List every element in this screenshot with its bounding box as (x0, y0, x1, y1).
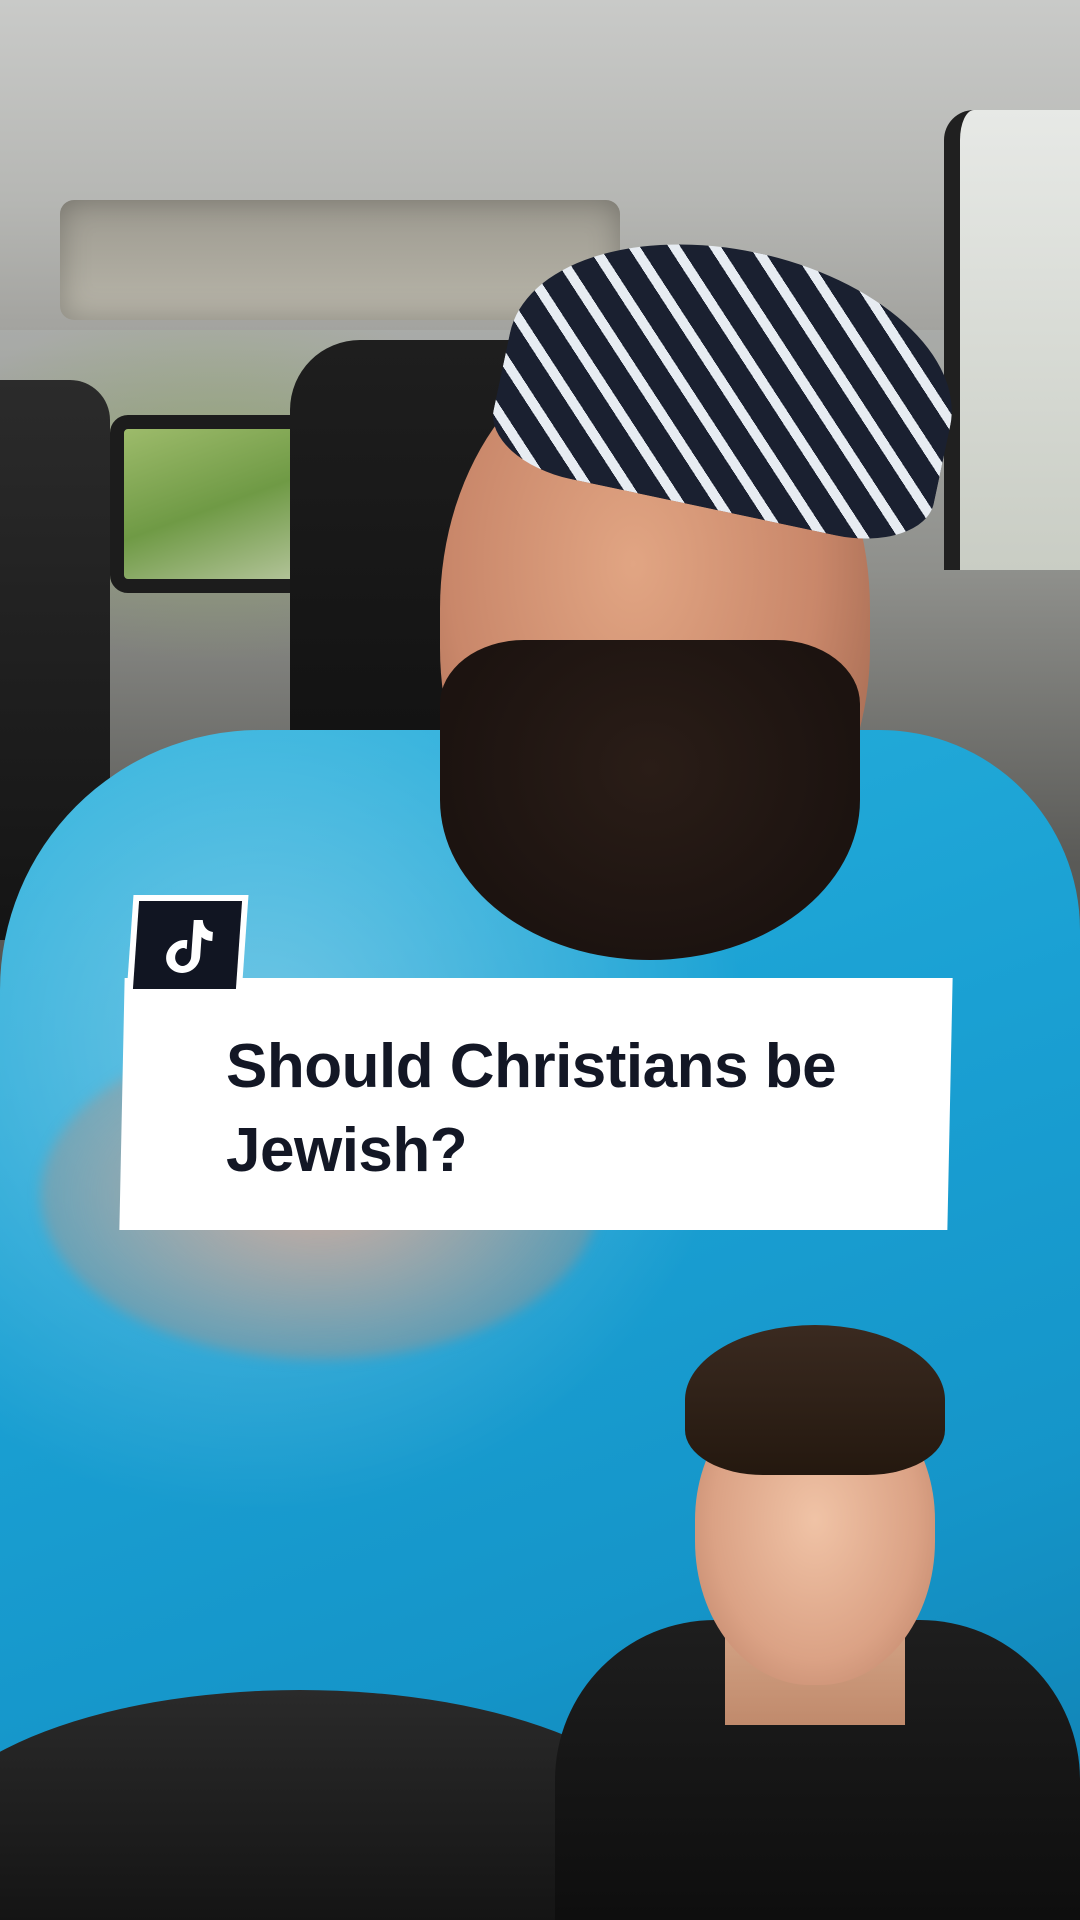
tiktok-logo-icon (165, 920, 213, 973)
caption-title: Should Christians be Jewish? (226, 1032, 837, 1185)
reaction-hair (685, 1325, 945, 1475)
speaker-beard (440, 640, 860, 960)
tiktok-badge (126, 895, 249, 995)
video-frame[interactable]: Should Christians be Jewish? (0, 0, 1080, 1920)
car-side-window (944, 110, 1080, 570)
reaction-inset-person (555, 1305, 1080, 1920)
